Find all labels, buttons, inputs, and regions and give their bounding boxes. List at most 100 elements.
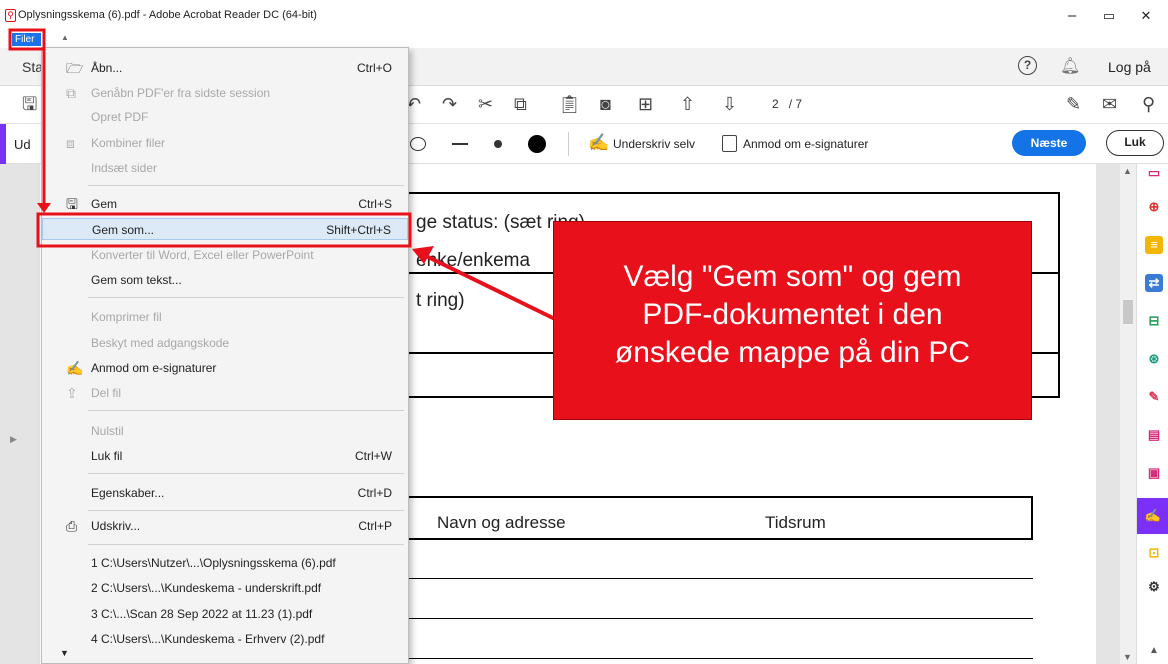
menu-item-label: Opret PDF <box>91 110 149 124</box>
menu-item-recent-4[interactable]: 4 C:\Users\...\Kundeskema - Erhverv (2).… <box>42 628 408 650</box>
circle-tool-icon[interactable] <box>410 137 426 151</box>
left-panel-toggle-icon[interactable]: ▶ <box>10 434 17 445</box>
menu-item-recent-1[interactable]: 1 C:\Users\Nutzer\...\Oplysningsskema (6… <box>42 552 408 574</box>
menu-item-share[interactable]: ⇪ Del fil <box>42 382 408 404</box>
menu-item-label: Nulstil <box>91 424 124 438</box>
menu-item-label: Egenskaber... <box>91 486 165 500</box>
menu-item-label: 2 C:\Users\...\Kundeskema - underskrift.… <box>91 581 322 595</box>
menu-item-create-pdf[interactable]: Opret PDF <box>42 106 408 128</box>
table-line <box>408 658 1033 659</box>
menu-item-label: Beskyt med adgangskode <box>91 336 230 350</box>
close-window-button[interactable]: ✕ <box>1131 5 1161 27</box>
menu-filer[interactable]: Filer <box>12 33 41 46</box>
form-line <box>1058 192 1060 398</box>
scroll-down-icon[interactable]: ▼ <box>1123 652 1132 662</box>
prev-page-icon[interactable]: ⇧ <box>680 94 695 114</box>
acrobat-app-icon: ⚲ <box>5 9 16 22</box>
collapse-caret-icon[interactable]: ▲ <box>61 33 69 42</box>
window-title: Oplysningsskema (6).pdf - Adobe Acrobat … <box>18 9 317 21</box>
menu-item-print[interactable]: ⎙ Udskriv... Ctrl+P <box>42 515 408 537</box>
fill-sign-icon[interactable]: ✍ <box>1137 498 1168 534</box>
menu-separator <box>88 410 404 411</box>
menu-item-convert[interactable]: Konverter til Word, Excel eller PowerPoi… <box>42 244 408 266</box>
sign-self-button[interactable]: Underskriv selv <box>613 137 695 151</box>
menu-item-request-esign[interactable]: ✍ Anmod om e-signaturer <box>42 357 408 379</box>
menu-item-save-as[interactable]: Gem som... Shift+Ctrl+S <box>42 218 408 240</box>
page-current[interactable]: 2 <box>772 97 779 111</box>
sign-pen-icon[interactable]: ✍ <box>588 133 609 153</box>
line-tool-icon[interactable] <box>452 143 468 145</box>
page-indicator[interactable]: 2 / 7 <box>772 97 802 111</box>
close-sign-button[interactable]: Luk <box>1106 130 1164 156</box>
more-tools-icon[interactable]: ⚙ <box>1145 578 1163 596</box>
callout-line-2: PDF-dokumentet i den <box>642 298 943 331</box>
next-page-icon[interactable]: ⇩ <box>722 94 737 114</box>
tab-start[interactable]: Sta <box>22 59 43 75</box>
callout-line-3: ønskede mappe på din PC <box>614 336 971 369</box>
menu-item-reopen[interactable]: ⧉ Genåbn PDF'er fra sidste session <box>42 82 408 104</box>
menu-item-label: Åbn... <box>91 61 123 75</box>
login-link[interactable]: Log på <box>1108 59 1151 75</box>
export-pdf-icon[interactable]: ▭ <box>1145 164 1163 182</box>
menu-item-properties[interactable]: Egenskaber... Ctrl+D <box>42 482 408 504</box>
menu-item-label: Luk fil <box>91 449 123 463</box>
protect-icon[interactable]: ▤ <box>1145 426 1163 444</box>
fill-form-icon[interactable]: ▣ <box>1145 464 1163 482</box>
send-comments-icon[interactable]: ⊡ <box>1145 544 1163 562</box>
sign-tool-accent <box>0 124 6 164</box>
menu-item-recent-2[interactable]: 2 C:\Users\...\Kundeskema - underskrift.… <box>42 577 408 599</box>
restore-button[interactable]: ▭ <box>1094 5 1124 27</box>
search-user-icon[interactable]: ⚲ <box>1142 94 1155 114</box>
menu-item-open[interactable]: 🗁 Åbn... Ctrl+O <box>42 57 408 79</box>
menu-item-shortcut: Ctrl+O <box>356 61 392 75</box>
comment-icon[interactable]: ≡ <box>1145 236 1163 254</box>
redo-icon[interactable]: ↷ <box>442 94 457 114</box>
clipboard-icon[interactable]: 📋︎ <box>558 94 581 114</box>
save-icon[interactable]: 🖫 <box>22 94 37 114</box>
color-picker-icon[interactable] <box>528 135 546 153</box>
help-icon[interactable]: ? <box>1018 56 1037 75</box>
organize-pages-icon[interactable]: ⊟ <box>1145 312 1163 330</box>
vertical-scrollbar[interactable]: ▲ ▼ <box>1120 164 1136 664</box>
scroll-up-icon[interactable]: ▲ <box>1123 166 1132 176</box>
create-pdf-icon[interactable]: ⊕ <box>1145 198 1163 216</box>
menu-item-compress[interactable]: Komprimer fil <box>42 306 408 328</box>
table-line <box>408 496 1033 498</box>
dot-tool-icon[interactable] <box>494 140 502 148</box>
widow-text: enke/enkema <box>416 250 531 271</box>
scissors-icon[interactable]: ✂ <box>478 94 493 114</box>
sign-icon[interactable]: ✎ <box>1066 94 1081 114</box>
menu-item-label: 1 C:\Users\Nutzer\...\Oplysningsskema (6… <box>91 556 336 570</box>
menu-item-save-as-text[interactable]: Gem som tekst... <box>42 269 408 291</box>
table-line <box>408 618 1033 619</box>
menu-item-label: Indsæt sider <box>91 161 158 175</box>
menu-item-shortcut: Ctrl+P <box>358 519 392 533</box>
request-document-icon[interactable] <box>722 135 737 152</box>
table-header-period: Tidsrum <box>765 513 826 532</box>
menu-item-save[interactable]: 🖫 Gem Ctrl+S <box>42 193 408 215</box>
combine-files-icon[interactable]: ⇄ <box>1145 274 1163 292</box>
collapse-panel-icon[interactable]: ▲ <box>1145 642 1163 660</box>
edit-pdf-icon[interactable]: ✎ <box>1145 388 1163 406</box>
scroll-thumb[interactable] <box>1123 300 1133 324</box>
menu-item-combine[interactable]: ⧈ Kombiner filer <box>42 132 408 154</box>
menu-item-recent-3[interactable]: 3 C:\...\Scan 28 Sep 2022 at 11.23 (1).p… <box>42 603 408 625</box>
next-button[interactable]: Næste <box>1012 130 1086 156</box>
request-esign-button[interactable]: Anmod om e-signaturer <box>743 137 868 151</box>
ruler-icon[interactable]: ⊞ <box>638 94 653 114</box>
reopen-icon: ⧉ <box>66 85 76 101</box>
scan-icon[interactable]: ⊛ <box>1145 350 1163 368</box>
menu-item-protect[interactable]: Beskyt med adgangskode <box>42 332 408 354</box>
minimize-button[interactable]: – <box>1057 5 1087 27</box>
snapshot-icon[interactable]: ◙ <box>600 94 611 114</box>
menu-item-close-file[interactable]: Luk fil Ctrl+W <box>42 445 408 467</box>
email-icon[interactable]: ✉ <box>1102 94 1117 114</box>
bell-icon[interactable]: 🔔︎ <box>1060 56 1080 76</box>
menu-more-arrow-icon[interactable]: ▼ <box>60 648 69 658</box>
menu-item-shortcut: Ctrl+D <box>357 486 392 500</box>
menu-item-insert-pages[interactable]: Indsæt sider <box>42 157 408 179</box>
sign-tool-label: Ud <box>14 137 31 152</box>
copy-icon[interactable]: ⧉ <box>514 94 527 114</box>
menu-separator <box>88 510 404 511</box>
menu-item-reset[interactable]: Nulstil <box>42 420 408 442</box>
